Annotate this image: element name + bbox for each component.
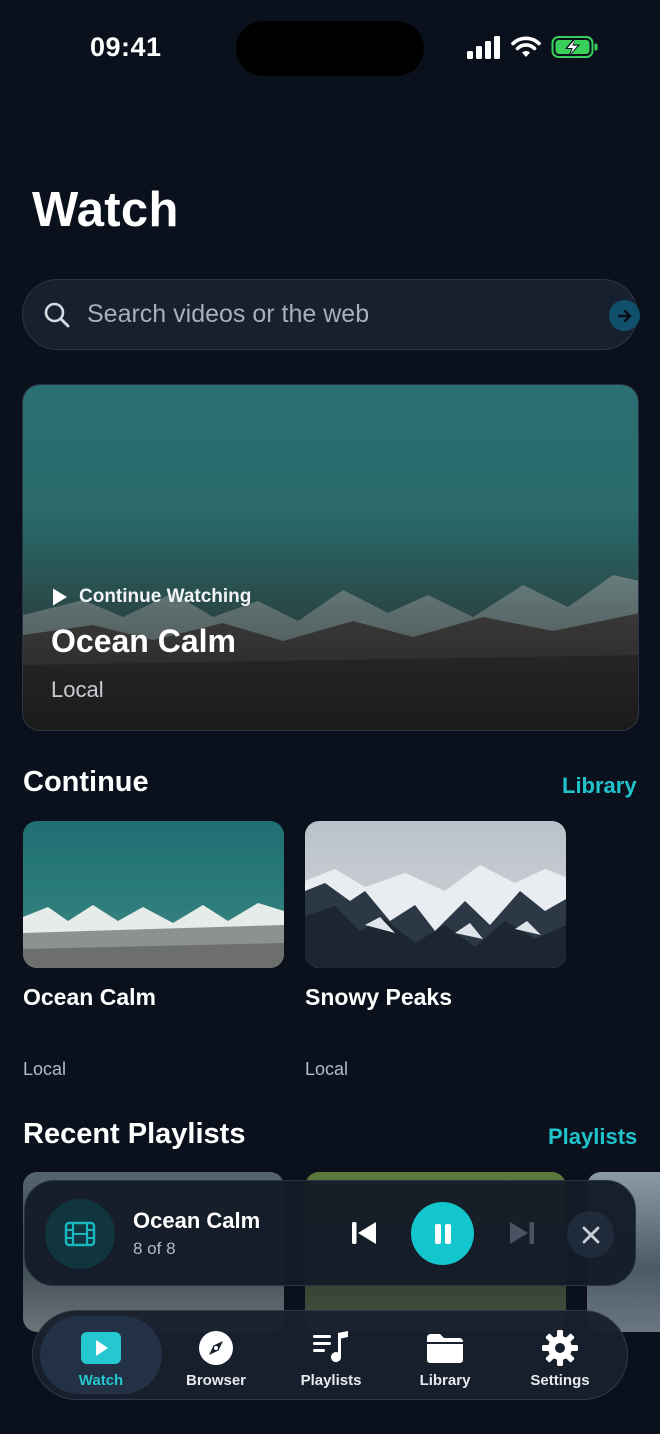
tab-label: Library <box>419 1372 471 1389</box>
ocean-calm-thumbnail <box>23 821 284 968</box>
status-icons <box>466 35 599 59</box>
dynamic-island <box>236 21 424 76</box>
pause-icon <box>434 1223 451 1244</box>
mini-player-title: Ocean Calm <box>133 1208 261 1233</box>
tab-watch[interactable]: Watch <box>40 1316 162 1394</box>
card-title: Snowy Peaks <box>305 984 453 1010</box>
hero-eyebrow: Continue Watching <box>51 586 251 608</box>
music-list-icon <box>313 1331 348 1363</box>
previous-track-icon[interactable] <box>349 1218 379 1248</box>
search-input[interactable] <box>87 280 577 349</box>
tab-browser[interactable]: Browser <box>157 1316 275 1394</box>
battery-charging-icon <box>551 36 598 58</box>
playlists-link[interactable]: Playlists <box>548 1124 637 1150</box>
mini-player[interactable]: Ocean Calm 8 of 8 <box>24 1180 636 1286</box>
pause-button[interactable] <box>411 1202 474 1265</box>
wifi-icon <box>511 36 541 57</box>
card-source: Local <box>23 1059 67 1079</box>
tab-bar: Watch Browser Playlists Library Settings <box>32 1310 628 1400</box>
snowy-peaks-thumbnail <box>305 821 566 968</box>
hero-source: Local <box>51 677 104 702</box>
film-icon <box>64 1221 96 1247</box>
continue-card[interactable]: Snowy Peaks Local <box>305 821 566 1079</box>
status-time: 09:41 <box>90 32 162 62</box>
tab-label: Browser <box>185 1372 247 1389</box>
tab-label: Watch <box>78 1372 124 1389</box>
tab-label: Playlists <box>300 1372 362 1389</box>
continue-card[interactable]: Ocean Calm Local <box>23 821 284 1079</box>
page-title: Watch <box>32 183 179 237</box>
compass-icon <box>199 1331 233 1365</box>
arrow-right-icon <box>617 309 631 322</box>
tab-label: Settings <box>530 1372 590 1389</box>
folder-icon <box>427 1334 463 1363</box>
play-icon <box>53 588 67 606</box>
search-bar[interactable] <box>22 279 640 350</box>
tab-playlists[interactable]: Playlists <box>272 1316 390 1394</box>
tab-library[interactable]: Library <box>386 1316 504 1394</box>
play-square-icon <box>81 1332 121 1364</box>
gear-icon <box>542 1330 578 1366</box>
hero-title: Ocean Calm <box>51 623 236 659</box>
card-source: Local <box>305 1059 349 1079</box>
library-link[interactable]: Library <box>562 773 637 799</box>
watch-screen: 09:41 Watch Search videos or the web Con… <box>0 0 660 1434</box>
hero-continue-watching-card[interactable]: Continue Watching Ocean Calm Local <box>22 384 639 731</box>
hero-eyebrow-label: Continue Watching <box>79 586 252 607</box>
next-track-icon[interactable] <box>507 1218 537 1248</box>
search-icon <box>44 302 70 328</box>
close-icon <box>582 1226 599 1243</box>
tab-settings[interactable]: Settings <box>501 1316 619 1394</box>
hero-ocean-thumbnail <box>23 385 638 730</box>
continue-section-title: Continue <box>23 766 149 798</box>
recent-playlists-title: Recent Playlists <box>23 1118 246 1150</box>
card-title: Ocean Calm <box>23 984 156 1010</box>
mini-player-position: 8 of 8 <box>133 1239 176 1258</box>
mini-player-artwork <box>45 1199 115 1269</box>
close-mini-player-button[interactable] <box>567 1211 614 1258</box>
search-go-button[interactable] <box>609 300 640 331</box>
cellular-signal-icon <box>467 36 500 59</box>
